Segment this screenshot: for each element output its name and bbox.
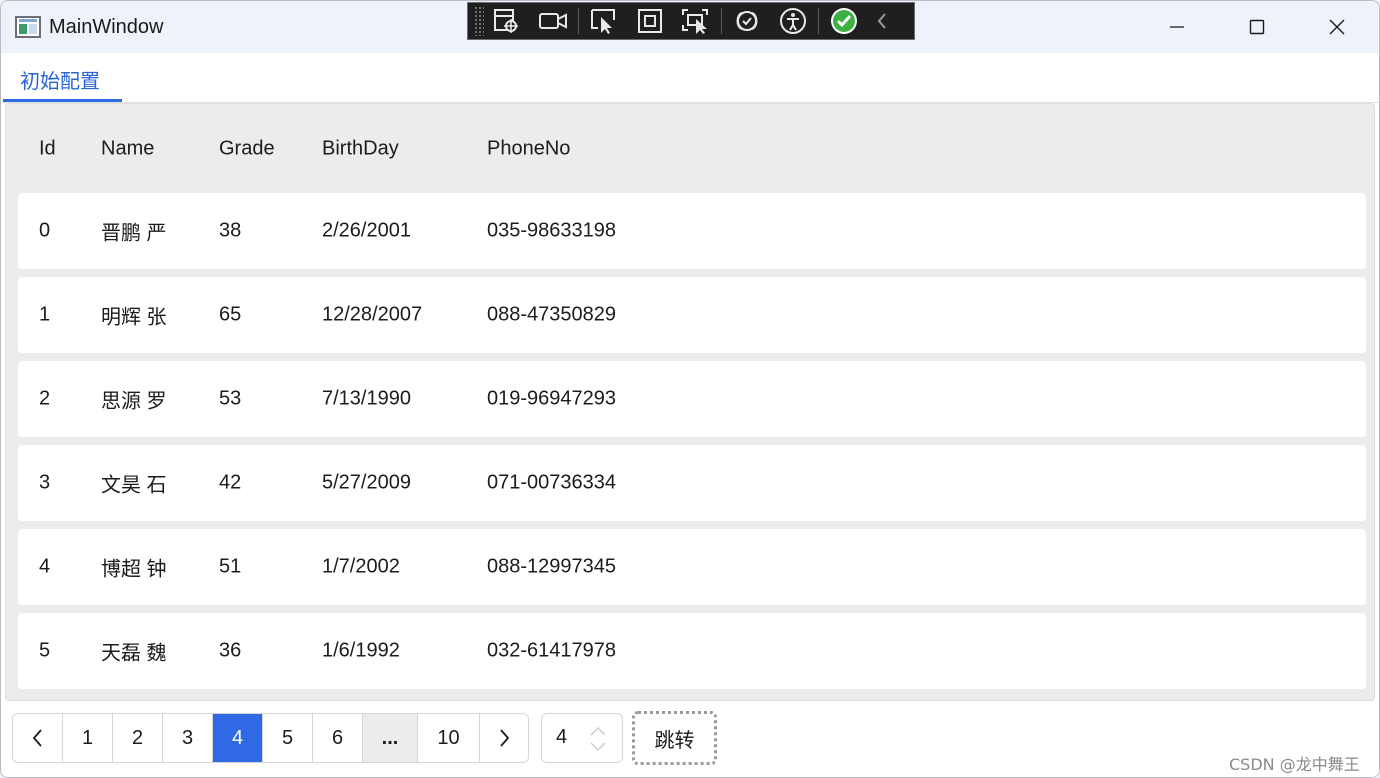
table-cell: 36 [219,639,242,662]
table-cell: 2/26/2001 [322,219,411,242]
table-cell: 3 [39,471,51,494]
table-cell: 1/7/2002 [322,555,400,578]
table-cell: 088-12997345 [487,555,617,578]
table-row[interactable]: 0 晋鹏 严 38 2/26/2001 035-98633198 [18,193,1366,269]
column-header[interactable]: PhoneNo [487,138,570,161]
table-row[interactable]: 4 博超 钟 51 1/7/2002 088-12997345 [18,529,1366,605]
spinner-arrows-icon[interactable] [588,724,608,754]
page-ellipsis-button[interactable]: ... [363,714,418,762]
table-cell: 51 [219,555,242,578]
table-cell: 088-47350829 [487,303,617,326]
minimize-button[interactable] [1137,1,1217,53]
table-cell: 4 [39,555,51,578]
column-header[interactable]: Id [39,138,56,161]
debug-toolbar [467,2,915,40]
page-button-2[interactable]: 2 [113,714,163,762]
table-cell: 思源 罗 [101,390,167,413]
tab-selected-indicator [3,99,122,102]
table-row[interactable]: 5 天磊 魏 36 1/6/1992 032-61417978 [18,613,1366,689]
title-bar: MainWindow [1,1,1379,53]
tab-bar: 初始配置 [1,53,1379,103]
table-cell: 文昊 石 [101,474,167,497]
accessibility-icon[interactable] [770,2,816,40]
table-header-row: Id Name Grade BirthDay PhoneNo [6,104,1374,194]
pagination-bar: 1 2 3 4 5 6 ... 10 4 跳转 [1,701,1379,777]
column-header[interactable]: Grade [219,138,275,161]
minimize-icon [1170,26,1184,28]
table-cell: 明辉 张 [101,306,167,329]
table-cell: 032-61417978 [487,639,617,662]
table-cell: 1/6/1992 [322,639,400,662]
tab-initial-config[interactable]: 初始配置 [3,53,122,103]
table-cell: 7/13/1990 [322,387,411,410]
page-button-5[interactable]: 5 [263,714,313,762]
table-cell: 5 [39,639,51,662]
pointer-select-icon[interactable] [581,2,627,40]
page-button-4-current[interactable]: 4 [213,714,263,762]
maximize-button[interactable] [1217,1,1297,53]
record-icon[interactable] [530,2,576,40]
chevron-left-icon [32,729,42,747]
table-cell: 博超 钟 [101,558,167,581]
pagination: 1 2 3 4 5 6 ... 10 [12,713,529,763]
track-focus-icon[interactable] [673,2,719,40]
table-cell: 晋鹏 严 [101,222,167,245]
table-cell: 42 [219,471,242,494]
app-window-icon [15,16,41,38]
chevron-right-icon [500,729,510,747]
column-header[interactable]: BirthDay [322,138,399,161]
table-cell: 5/27/2009 [322,471,411,494]
close-button[interactable] [1297,1,1377,53]
table-cell: 53 [219,387,242,410]
table-row[interactable]: 1 明辉 张 65 12/28/2007 088-47350829 [18,277,1366,353]
select-element-icon[interactable] [484,2,530,40]
table-cell: 65 [219,303,242,326]
page-button-3[interactable]: 3 [163,714,213,762]
jump-page-input[interactable]: 4 [541,713,623,763]
jump-button[interactable]: 跳转 [632,711,717,765]
data-list: Id Name Grade BirthDay PhoneNo 0 晋鹏 严 38 2/26/2… [5,103,1375,701]
column-header[interactable]: Name [101,138,154,161]
page-button-10[interactable]: 10 [418,714,480,762]
jump-page-value: 4 [556,726,568,748]
table-cell: 38 [219,219,242,242]
next-page-button[interactable] [480,714,528,762]
table-cell: 天磊 魏 [101,642,167,665]
table-cell: 035-98633198 [487,219,617,242]
table-row[interactable]: 3 文昊 石 42 5/27/2009 071-00736334 [18,445,1366,521]
watermark-text: CSDN @龙中舞王 [1229,755,1360,774]
main-window: MainWindow 初始配置 Id Name Grade BirthDay P… [0,0,1380,778]
maximize-icon [1249,19,1265,35]
binding-failures-icon[interactable] [724,2,770,40]
display-adorners-icon[interactable] [627,2,673,40]
status-ok-icon [821,2,867,40]
table-cell: 12/28/2007 [322,303,423,326]
table-cell: 019-96947293 [487,387,617,410]
prev-page-button[interactable] [13,714,63,762]
table-cell: 2 [39,387,51,410]
collapse-chevron-icon[interactable] [867,2,897,40]
table-row[interactable]: 2 思源 罗 53 7/13/1990 019-96947293 [18,361,1366,437]
table-cell: 071-00736334 [487,471,617,494]
page-button-6[interactable]: 6 [313,714,363,762]
close-icon [1329,19,1345,35]
toolbar-grip-handle[interactable] [474,6,484,36]
window-title: MainWindow [49,16,164,38]
table-cell: 1 [39,303,51,326]
page-button-1[interactable]: 1 [63,714,113,762]
table-cell: 0 [39,219,51,242]
